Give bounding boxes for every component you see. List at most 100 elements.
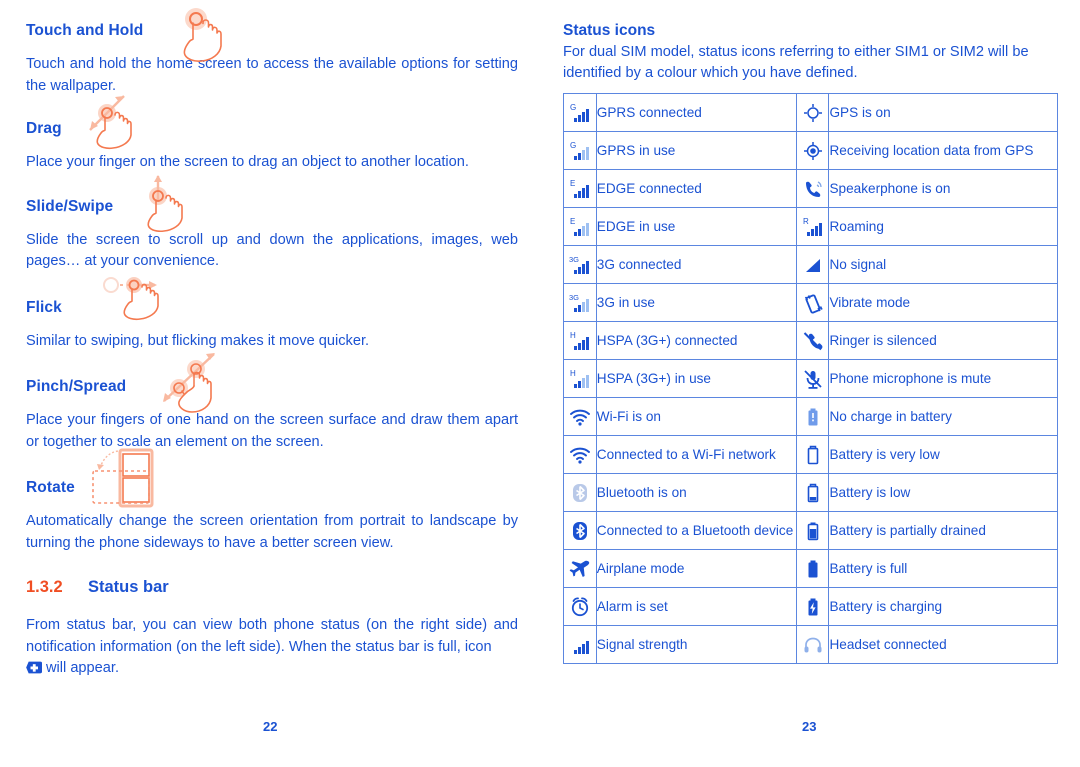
table-row: H HSPA (3G+) connected Ringer is silence… xyxy=(563,321,1058,360)
table-row: G GPRS connected GPS is on xyxy=(563,93,1058,132)
hspa-connected-icon: H xyxy=(563,321,597,360)
gprs-in-use-icon: G xyxy=(563,131,597,170)
status-icon-label: Vibrate mode xyxy=(828,283,1058,322)
plus-badge-icon xyxy=(26,661,42,674)
status-icon-label: Roaming xyxy=(828,207,1058,246)
section-number: 1.3.2 xyxy=(26,578,63,596)
gesture-slide-swipe: Slide/Swipe Slide the screen to scroll u… xyxy=(26,174,518,273)
svg-text:3G: 3G xyxy=(569,255,579,264)
status-icon-label: Bluetooth is on xyxy=(595,473,797,512)
gesture-body: Automatically change the screen orientat… xyxy=(26,513,518,551)
svg-text:G: G xyxy=(570,103,576,112)
status-icon-label: No charge in battery xyxy=(828,397,1058,436)
section-heading-status-bar: 1.3.2 Status bar xyxy=(26,578,518,597)
svg-text:G: G xyxy=(570,141,576,150)
section-title: Status bar xyxy=(88,578,169,596)
status-icon-label: Battery is very low xyxy=(828,435,1058,474)
battery-full-icon xyxy=(795,549,830,588)
status-icons-intro: For dual SIM model, status icons referri… xyxy=(563,44,1029,81)
battery-charging-icon xyxy=(795,587,830,626)
table-row: 3G 3G connected No signal xyxy=(563,245,1058,284)
gesture-pinch-spread: Pinch/Spread Place your fingers of one h… xyxy=(26,353,518,453)
gesture-body: Touch and hold the home screen to access… xyxy=(26,56,518,94)
airplane-mode-icon xyxy=(563,549,597,588)
status-icon-label: 3G connected xyxy=(595,245,797,284)
status-icon-label: Airplane mode xyxy=(595,549,797,588)
wifi-on-icon xyxy=(563,397,597,436)
gesture-title: Pinch/Spread xyxy=(26,378,127,395)
status-icon-label: EDGE in use xyxy=(595,207,797,246)
status-icon-label: EDGE connected xyxy=(595,169,797,208)
gesture-flick: Flick Similar to swiping, but flicking m… xyxy=(26,276,518,353)
status-icon-label: Wi-Fi is on xyxy=(595,397,797,436)
battery-very-low-icon xyxy=(795,435,830,474)
right-page-column: Status icons For dual SIM model, status … xyxy=(563,22,1058,664)
status-icon-label: GPRS connected xyxy=(595,93,797,132)
gesture-title: Rotate xyxy=(26,479,75,496)
gesture-body: Place your finger on the screen to drag … xyxy=(26,154,469,170)
status-bar-paragraph-part1: From status bar, you can view both phone… xyxy=(26,617,518,655)
status-icon-label: Alarm is set xyxy=(595,587,797,626)
no-signal-icon xyxy=(795,245,830,284)
table-row: Airplane mode Battery is full xyxy=(563,549,1058,588)
gesture-body: Place your fingers of one hand on the sc… xyxy=(26,412,518,450)
status-icon-label: Speakerphone is on xyxy=(828,169,1058,208)
status-icon-label: HSPA (3G+) connected xyxy=(595,321,797,360)
status-icon-label: No signal xyxy=(828,245,1058,284)
status-icon-label: Battery is partially drained xyxy=(828,511,1058,550)
status-icon-label: Phone microphone is mute xyxy=(828,359,1058,398)
roaming-icon: R xyxy=(795,207,830,246)
status-icon-label: Connected to a Wi-Fi network xyxy=(595,435,797,474)
3g-in-use-icon: 3G xyxy=(563,283,597,322)
wifi-connected-icon xyxy=(563,435,597,474)
gesture-rotate: Rotate Automatically change the screen o… xyxy=(26,448,518,554)
status-bar-paragraph-part2: will appear. xyxy=(46,660,120,676)
gps-receiving-icon xyxy=(795,131,830,170)
gesture-title: Slide/Swipe xyxy=(26,197,114,215)
status-icons-title: Status icons xyxy=(563,22,656,39)
table-row: Signal strength Headset connected xyxy=(563,625,1058,664)
svg-text:E: E xyxy=(570,217,575,226)
battery-partial-icon xyxy=(795,511,830,550)
status-icon-label: Signal strength xyxy=(595,625,797,664)
status-icon-label: Battery is charging xyxy=(828,587,1058,626)
gesture-body: Slide the screen to scroll up and down t… xyxy=(26,231,518,270)
gps-on-icon xyxy=(795,93,830,132)
page-number-left: 22 xyxy=(263,719,278,734)
alarm-set-icon xyxy=(563,587,597,626)
status-icons-table: G GPRS connected GPS is on G GPRS in use xyxy=(563,93,1058,664)
gesture-touch-and-hold: Touch and Hold Touch and hold the home s… xyxy=(26,8,518,97)
status-icon-label: Ringer is silenced xyxy=(828,321,1058,360)
left-page-column: Touch and Hold Touch and hold the home s… xyxy=(26,8,518,680)
bluetooth-connected-icon xyxy=(563,511,597,550)
gesture-body: Similar to swiping, but flicking makes i… xyxy=(26,332,370,349)
gesture-drag: Drag Place your finger on the screen to … xyxy=(26,95,518,174)
svg-text:E: E xyxy=(570,179,575,188)
manual-page-spread: Touch and Hold Touch and hold the home s… xyxy=(0,0,1080,767)
status-icon-label: Headset connected xyxy=(828,625,1058,664)
status-icon-label: 3G in use xyxy=(595,283,797,322)
svg-text:R: R xyxy=(803,217,809,226)
table-row: Bluetooth is on Battery is low xyxy=(563,473,1058,512)
battery-empty-icon xyxy=(795,397,830,436)
battery-low-icon xyxy=(795,473,830,512)
headset-connected-icon xyxy=(795,625,830,664)
table-row: Connected to a Wi-Fi network Battery is … xyxy=(563,435,1058,474)
table-row: E EDGE in use R Roaming xyxy=(563,207,1058,246)
status-icon-label: Battery is low xyxy=(828,473,1058,512)
gesture-title: Flick xyxy=(26,298,62,316)
status-icons-table-body: G GPRS connected GPS is on G GPRS in use xyxy=(563,93,1058,664)
hspa-in-use-icon: H xyxy=(563,359,597,398)
edge-in-use-icon: E xyxy=(563,207,597,246)
svg-text:H: H xyxy=(570,331,576,340)
table-row: G GPRS in use Receiving location data fr… xyxy=(563,131,1058,170)
status-icon-label: GPRS in use xyxy=(595,131,797,170)
signal-strength-icon xyxy=(563,625,597,664)
svg-text:3G: 3G xyxy=(569,293,579,302)
gesture-title: Touch and Hold xyxy=(26,22,144,39)
microphone-mute-icon xyxy=(795,359,830,398)
edge-connected-icon: E xyxy=(563,169,597,208)
vibrate-mode-icon xyxy=(795,283,830,322)
table-row: Alarm is set Battery is charging xyxy=(563,587,1058,626)
status-icon-label: Battery is full xyxy=(828,549,1058,588)
